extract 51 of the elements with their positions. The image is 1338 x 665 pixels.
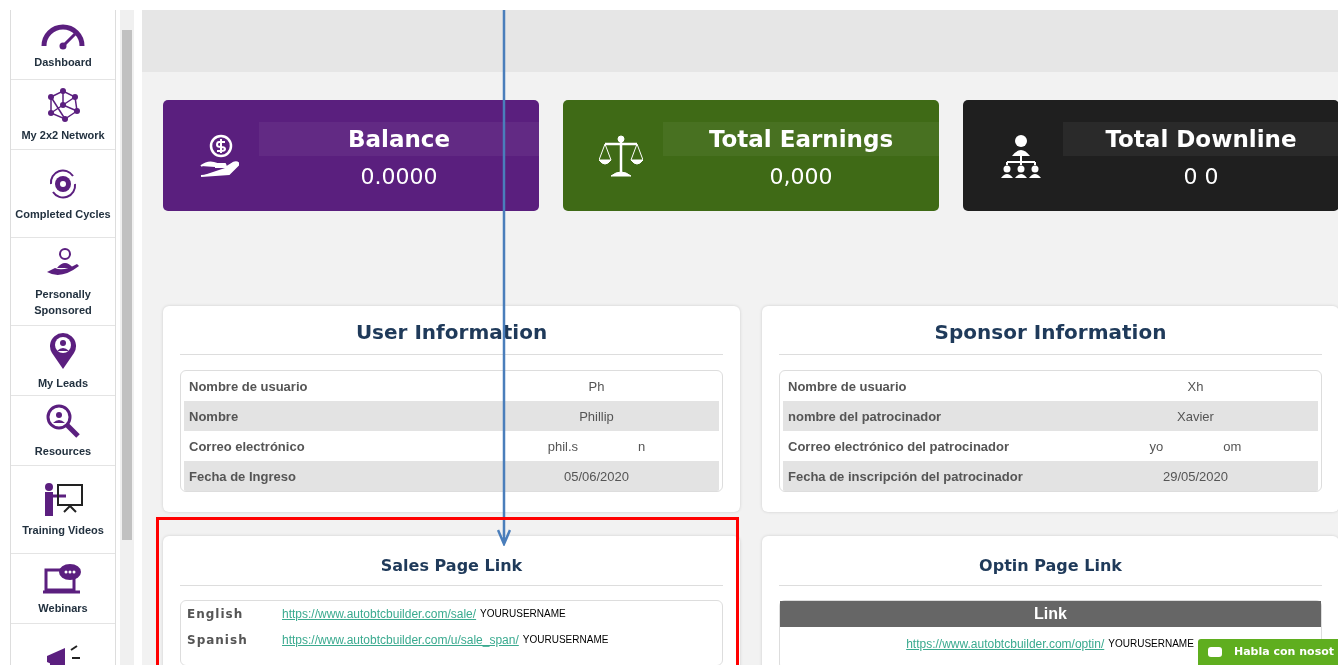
- stat-title: Total Earnings: [663, 122, 939, 156]
- field-label: Fecha de inscripción del patrocinador: [787, 468, 1024, 484]
- field-value: 29/05/2020: [1162, 468, 1229, 484]
- sidebar-item[interactable]: Dashboard: [11, 10, 115, 80]
- scrollbar[interactable]: [120, 10, 134, 665]
- field-value: yo: [1149, 438, 1164, 454]
- field-label: Correo electrónico del patrocinador: [787, 438, 1011, 454]
- stat-title: Balance: [259, 122, 539, 156]
- sidebar-item[interactable]: My Leads: [11, 326, 115, 396]
- username-text: YOURUSERNAME: [1107, 637, 1195, 651]
- language-label: Spanish: [186, 633, 249, 647]
- hierarchy-icon: [999, 133, 1043, 178]
- field-label: Fecha de Ingreso: [188, 468, 297, 484]
- field-label: Nombre de usuario: [188, 378, 309, 394]
- field-label: Nombre: [188, 408, 240, 424]
- field-value: Xh: [1187, 378, 1204, 394]
- sidebar-item[interactable]: My 2x2 Network: [11, 80, 115, 150]
- field-value: 05/06/2020: [563, 468, 630, 484]
- field-label: Correo electrónico: [188, 438, 306, 454]
- field-value: phil.s: [547, 438, 579, 454]
- field-value: n: [638, 438, 646, 454]
- sidebar-item[interactable]: Personally Sponsored: [11, 238, 115, 326]
- language-label: English: [186, 607, 245, 621]
- table-header: Link: [780, 601, 1321, 627]
- sidebar-item[interactable]: Resources: [11, 396, 115, 466]
- field-label: nombre del patrocinador: [787, 408, 943, 424]
- sidebar-item[interactable]: Webinars: [11, 554, 115, 624]
- field-value: om: [1223, 438, 1242, 454]
- scrollbar-thumb[interactable]: [122, 30, 132, 540]
- presenter-icon: [42, 481, 84, 518]
- panel-title: Sales Page Link: [180, 548, 723, 586]
- stat-value: 0.0000: [360, 164, 438, 189]
- field-value: Xavier: [1177, 408, 1214, 424]
- scales-icon: [599, 133, 643, 178]
- stat-title: Total Downline: [1063, 122, 1338, 156]
- username-text: YOURUSERNAME: [521, 633, 610, 647]
- sidebar-item[interactable]: Training Videos: [11, 466, 115, 554]
- field-label: Nombre de usuario: [787, 378, 908, 394]
- panel-title: Sponsor Information: [779, 316, 1322, 355]
- stat-value: 0,000: [769, 164, 833, 189]
- field-value: Ph: [588, 378, 605, 394]
- search-icon: [45, 402, 81, 439]
- location-pin-icon: [48, 330, 78, 371]
- field-value: Phillip: [579, 408, 614, 424]
- chat-icon: [1208, 646, 1222, 657]
- username-text: YOURUSERNAME: [479, 607, 567, 621]
- money-hand-icon: [199, 133, 239, 178]
- panel-title: Optin Page Link: [779, 548, 1322, 586]
- laptop-chat-icon: [42, 561, 84, 596]
- stat-value: 0 0: [1183, 164, 1219, 189]
- sidebar-item[interactable]: Completed Cycles: [11, 150, 115, 238]
